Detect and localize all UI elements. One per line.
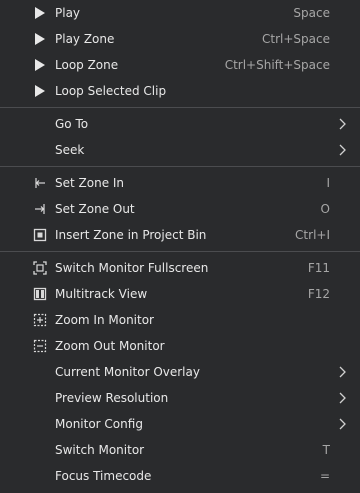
menu-item-insert-zone-in-project-bin[interactable]: Insert Zone in Project Bin Ctrl+I xyxy=(0,222,360,248)
menu-item-label: Preview Resolution xyxy=(55,391,169,405)
chevron-right-icon xyxy=(336,144,348,156)
menu-item-multitrack-view[interactable]: Multitrack View F12 xyxy=(0,281,360,307)
menu-separator xyxy=(0,104,360,111)
menu-item-set-zone-in[interactable]: Set Zone In I xyxy=(0,170,360,196)
play-icon xyxy=(33,32,47,46)
menu-item-label: Insert Zone in Project Bin xyxy=(55,228,207,242)
menu-item-label: Switch Monitor xyxy=(55,443,145,457)
shortcut-label: T xyxy=(322,443,330,457)
menu-separator xyxy=(0,248,360,255)
shortcut-label: Ctrl+Space xyxy=(262,32,330,46)
menu-item-monitor-config[interactable]: Monitor Config xyxy=(0,411,360,437)
menu-item-switch-monitor[interactable]: Switch Monitor T xyxy=(0,437,360,463)
monitor-context-menu: Play Space Play Zone Ctrl+Space Loop Zon… xyxy=(0,0,360,493)
shortcut-label: O xyxy=(320,202,330,216)
zoom-out-icon xyxy=(33,339,47,353)
insert-zone-icon xyxy=(33,228,47,242)
menu-item-label: Loop Selected Clip xyxy=(55,84,167,98)
menu-item-label: Switch Monitor Fullscreen xyxy=(55,261,209,275)
shortcut-label: Ctrl+I xyxy=(295,228,330,242)
menu-item-label: Current Monitor Overlay xyxy=(55,365,200,379)
menu-item-label: Monitor Config xyxy=(55,417,143,431)
menu-item-seek[interactable]: Seek xyxy=(0,137,360,163)
menu-item-label: Multitrack View xyxy=(55,287,148,301)
menu-item-play-zone[interactable]: Play Zone Ctrl+Space xyxy=(0,26,360,52)
shortcut-label: F11 xyxy=(307,261,330,275)
menu-item-zoom-in-monitor[interactable]: Zoom In Monitor xyxy=(0,307,360,333)
menu-item-label: Seek xyxy=(55,143,85,157)
zone-out-icon xyxy=(33,202,47,216)
shortcut-label: F12 xyxy=(307,287,330,301)
multitrack-icon xyxy=(33,287,47,301)
menu-item-label: Play Zone xyxy=(55,32,115,46)
menu-item-play[interactable]: Play Space xyxy=(0,0,360,26)
menu-item-preview-resolution[interactable]: Preview Resolution xyxy=(0,385,360,411)
shortcut-label: Space xyxy=(293,6,330,20)
shortcut-label: = xyxy=(319,469,330,483)
zone-in-icon xyxy=(33,176,47,190)
play-icon xyxy=(33,6,47,20)
menu-item-go-to[interactable]: Go To xyxy=(0,111,360,137)
menu-item-label: Zoom Out Monitor xyxy=(55,339,165,353)
menu-item-label: Set Zone Out xyxy=(55,202,135,216)
menu-item-loop-selected-clip[interactable]: Loop Selected Clip xyxy=(0,78,360,104)
chevron-right-icon xyxy=(336,366,348,378)
menu-item-label: Zoom In Monitor xyxy=(55,313,154,327)
shortcut-label: I xyxy=(326,176,330,190)
zoom-in-icon xyxy=(33,313,47,327)
play-icon xyxy=(33,84,47,98)
fullscreen-icon xyxy=(33,261,47,275)
menu-item-label: Go To xyxy=(55,117,89,131)
menu-separator xyxy=(0,163,360,170)
chevron-right-icon xyxy=(336,118,348,130)
shortcut-label: Ctrl+Shift+Space xyxy=(224,58,330,72)
menu-item-focus-timecode[interactable]: Focus Timecode = xyxy=(0,463,360,489)
play-icon xyxy=(33,58,47,72)
menu-item-current-monitor-overlay[interactable]: Current Monitor Overlay xyxy=(0,359,360,385)
menu-item-label: Set Zone In xyxy=(55,176,125,190)
menu-item-set-zone-out[interactable]: Set Zone Out O xyxy=(0,196,360,222)
chevron-right-icon xyxy=(336,418,348,430)
menu-item-label: Loop Zone xyxy=(55,58,119,72)
menu-item-switch-monitor-fullscreen[interactable]: Switch Monitor Fullscreen F11 xyxy=(0,255,360,281)
menu-item-zoom-out-monitor[interactable]: Zoom Out Monitor xyxy=(0,333,360,359)
menu-item-label: Focus Timecode xyxy=(55,469,152,483)
menu-item-loop-zone[interactable]: Loop Zone Ctrl+Shift+Space xyxy=(0,52,360,78)
chevron-right-icon xyxy=(336,392,348,404)
menu-item-label: Play xyxy=(55,6,81,20)
